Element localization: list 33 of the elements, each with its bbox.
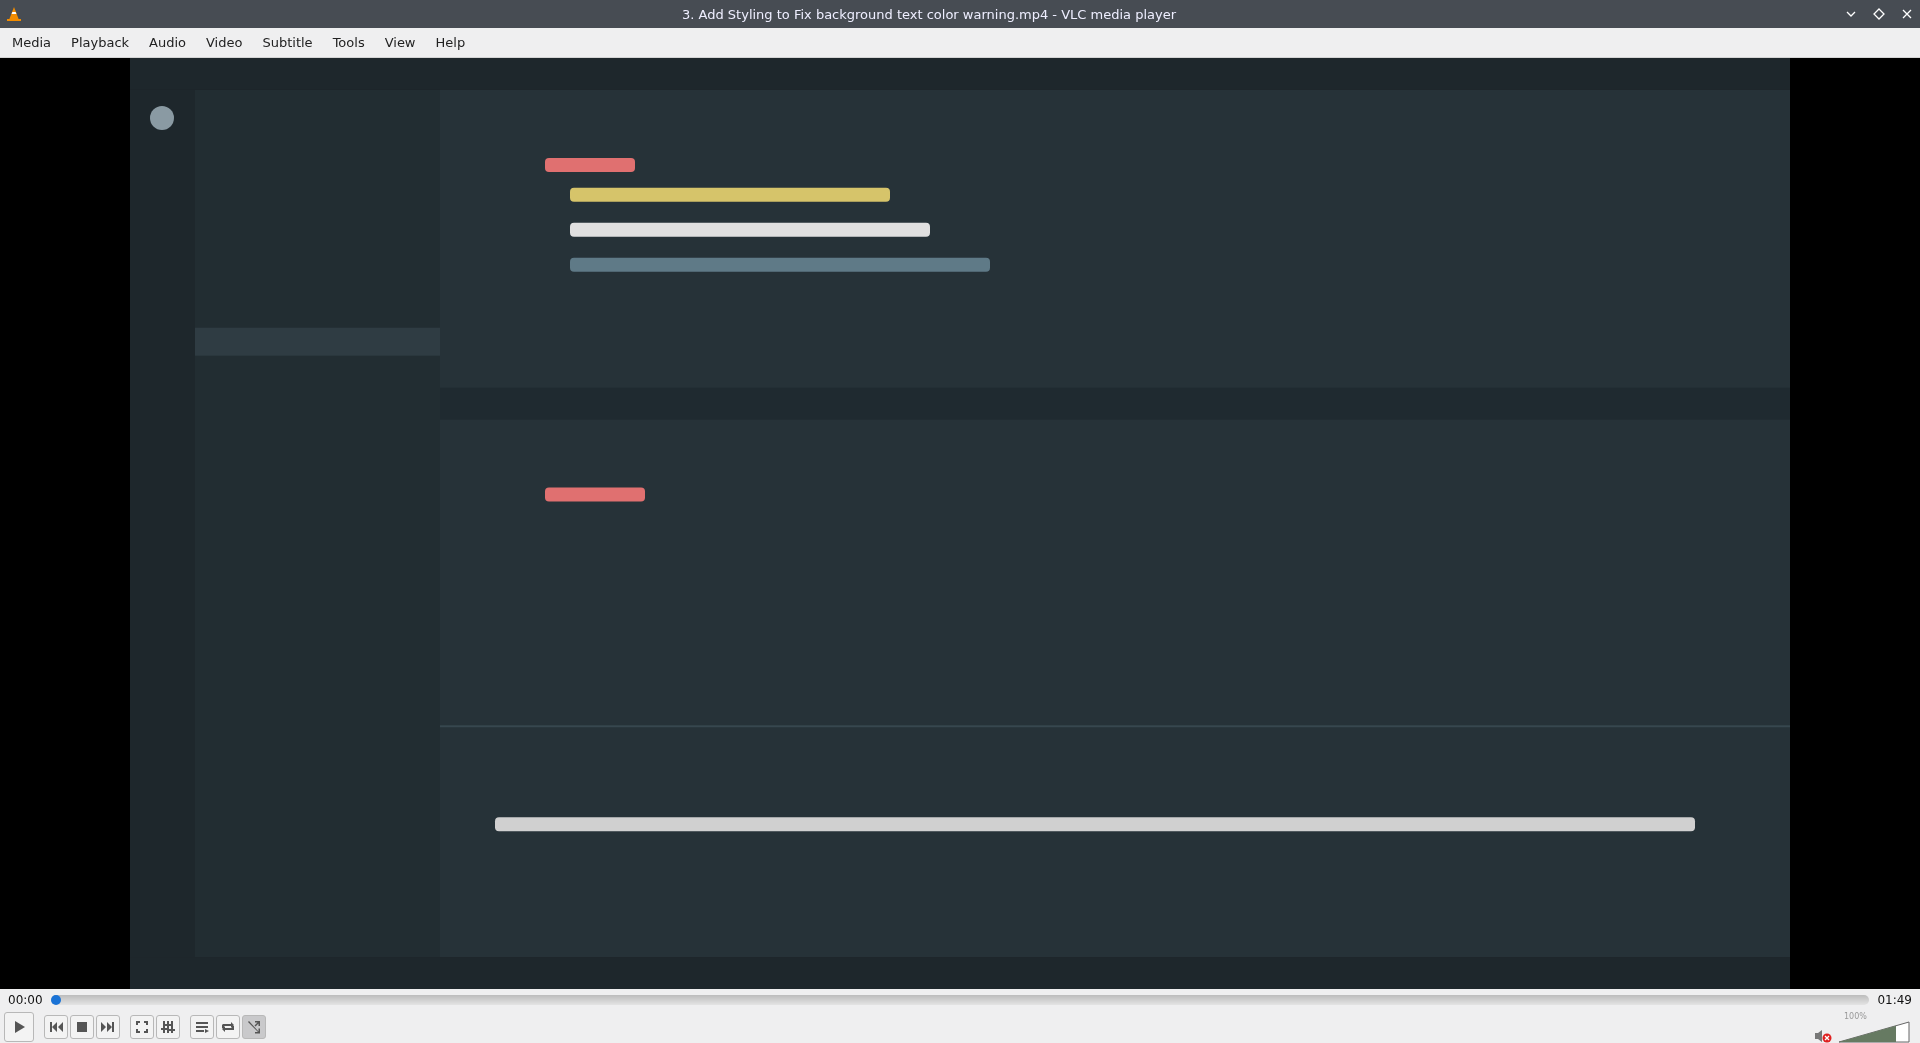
- muted-speaker-icon[interactable]: [1814, 1028, 1832, 1043]
- close-icon[interactable]: [1900, 7, 1914, 21]
- extended-settings-button[interactable]: [156, 1015, 180, 1039]
- menu-item[interactable]: Media: [2, 31, 62, 54]
- playlist-icon: [194, 1019, 210, 1035]
- menu-item[interactable]: Playback: [61, 31, 140, 54]
- elapsed-time: 00:00: [8, 993, 43, 1007]
- menu-item[interactable]: Video: [196, 31, 253, 54]
- traffic-cone-icon: [6, 6, 22, 22]
- shuffle-button[interactable]: [242, 1015, 266, 1039]
- shuffle-icon: [246, 1019, 262, 1035]
- seek-handle[interactable]: [50, 995, 61, 1005]
- maximize-icon[interactable]: [1872, 7, 1886, 21]
- playlist-button[interactable]: [190, 1015, 214, 1039]
- window-title: 3. Add Styling to Fix background text color warning.mp4 - VLC media player: [681, 6, 1177, 22]
- menu-item[interactable]: Audio: [139, 31, 196, 54]
- menu-item[interactable]: Subtitle: [252, 31, 323, 54]
- stop-icon: [74, 1019, 90, 1035]
- fullscreen-button[interactable]: [130, 1015, 154, 1039]
- skip-back-icon: [48, 1019, 64, 1035]
- volume-reading: 100%: [1843, 1011, 1868, 1021]
- menu-item[interactable]: Help: [425, 31, 476, 54]
- previous-button[interactable]: [44, 1015, 68, 1039]
- next-button[interactable]: [96, 1015, 120, 1039]
- menu-item[interactable]: View: [374, 31, 426, 54]
- menu-item[interactable]: Tools: [322, 31, 375, 54]
- stop-button[interactable]: [70, 1015, 94, 1039]
- sliders-icon: [160, 1019, 176, 1035]
- play-button[interactable]: [4, 1012, 34, 1042]
- skip-forward-icon: [100, 1019, 116, 1035]
- loop-button[interactable]: [216, 1015, 240, 1039]
- total-time: 01:49: [1877, 993, 1912, 1007]
- fullscreen-icon: [134, 1019, 150, 1035]
